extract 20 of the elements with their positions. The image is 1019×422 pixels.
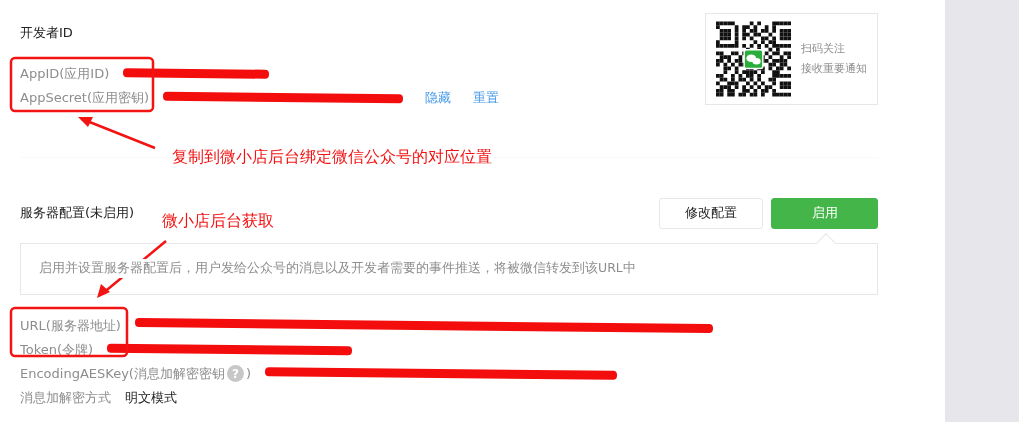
text-link[interactable]: 隐藏 bbox=[425, 87, 452, 108]
field-label: ) bbox=[245, 364, 251, 383]
text-link[interactable]: 重置 bbox=[473, 87, 500, 108]
field-label: Token(令牌) bbox=[20, 340, 94, 359]
notice-text: 启用并设置服务器配置后，用户发给公众号的消息以及开发者需要的事件推送，将被微信转发到该URL中 bbox=[39, 259, 636, 278]
enable-button[interactable]: 启用 bbox=[771, 197, 878, 229]
field-label: EncodingAESKey(消息加解密密钥 bbox=[20, 364, 225, 383]
field-label: 消息加解密方式 bbox=[20, 388, 111, 407]
edit-config-button[interactable]: 修改配置 bbox=[659, 197, 763, 229]
field-label: URL(服务器地址) bbox=[20, 316, 121, 335]
annotation-text: 微小店后台获取 bbox=[162, 210, 274, 232]
qr-caption: 扫码关注 bbox=[801, 41, 846, 57]
help-icon: ? bbox=[226, 365, 244, 382]
qr-caption: 接收重要通知 bbox=[801, 61, 867, 77]
field-label: AppSecret(应用密钥) bbox=[20, 88, 150, 107]
section-title: 服务器配置(未启用) bbox=[20, 204, 135, 223]
field-label: AppID(应用ID) bbox=[20, 64, 110, 83]
section-title: 开发者ID bbox=[20, 24, 74, 42]
field-value: 明文模式 bbox=[125, 388, 177, 407]
annotation-text: 复制到微小店后台绑定微信公众号的对应位置 bbox=[172, 146, 492, 168]
